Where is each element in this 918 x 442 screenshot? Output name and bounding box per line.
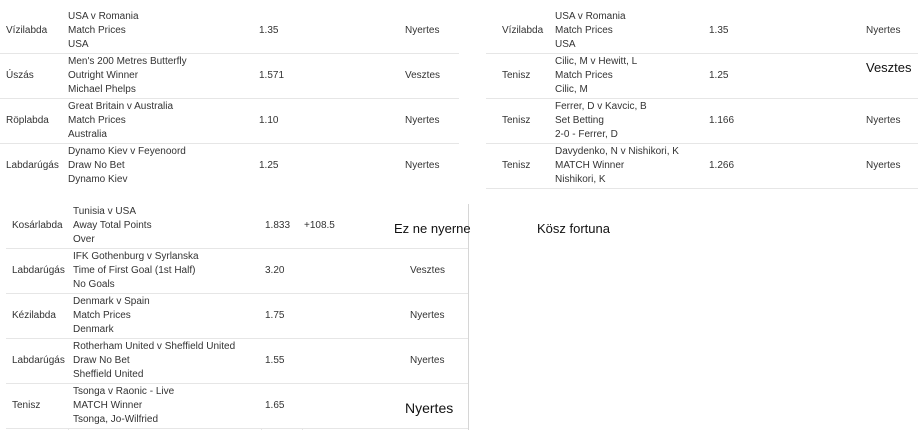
sport-label: Kosárlabda bbox=[12, 220, 63, 231]
bet-panel-b: Vízilabda USA v Romania Match Prices USA 1… bbox=[486, 9, 918, 189]
bet-row: Vízilabda USA v Romania Match Prices USA 1… bbox=[0, 9, 459, 54]
bet-row: Labdarúgás Rotherham United v Sheffield … bbox=[6, 339, 468, 384]
bet-description: Denmark v Spain Match Prices Denmark bbox=[73, 296, 150, 335]
sport-label: Tenisz bbox=[502, 70, 531, 81]
sport-label: Tenisz bbox=[502, 115, 531, 126]
result-label: Nyertes bbox=[866, 160, 901, 171]
odds-value: 1.10 bbox=[259, 115, 279, 126]
bet-panel-c: Kosárlabda Tunisia v USA Away Total Point… bbox=[6, 204, 474, 430]
result-label: Vesztes bbox=[405, 70, 441, 81]
sport-label: Labdarúgás bbox=[12, 265, 65, 276]
bet-description: Great Britain v Australia Match Prices Aus… bbox=[68, 101, 174, 140]
handwritten-result-overlay: Nyertes bbox=[405, 400, 454, 416]
odds-value: 1.35 bbox=[709, 25, 729, 36]
note-text: Kösz fortuna bbox=[537, 221, 610, 236]
handwritten-comment-overlay: Ez ne nyerne bbox=[394, 221, 471, 236]
sport-label: Labdarúgás bbox=[6, 160, 59, 171]
bet-description: IFK Gothenburg v Syrlanska Time of First … bbox=[73, 251, 199, 290]
bet-row: Labdarúgás Dynamo Kiev v Feyenoord Draw N… bbox=[0, 144, 459, 188]
odds-value: 1.35 bbox=[259, 25, 279, 36]
bet-row: Vízilabda USA v Romania Match Prices USA 1… bbox=[486, 9, 918, 54]
bet-row: Tenisz Cilic, M v Hewitt, L Match Prices C… bbox=[486, 54, 918, 99]
panel-edge bbox=[468, 204, 469, 430]
handwritten-result-overlay: Vesztes bbox=[866, 60, 912, 75]
result-label: Nyertes bbox=[405, 25, 440, 36]
bet-row: Tenisz Davydenko, N v Nishikori, K MATCH … bbox=[486, 144, 918, 189]
bet-row: Úszás Men's 200 Metres Butterfly Outright… bbox=[0, 54, 459, 99]
result-label: Nyertes bbox=[405, 160, 440, 171]
odds-value: 1.75 bbox=[265, 310, 285, 321]
sport-label: Labdarúgás bbox=[12, 355, 65, 366]
bet-description: USA v Romania Match Prices USA bbox=[555, 11, 626, 50]
handicap-line: +108.5 bbox=[304, 220, 335, 231]
bet-row: Röplabda Great Britain v Australia Match … bbox=[0, 99, 459, 144]
result-label: Nyertes bbox=[866, 115, 901, 126]
result-label: Nyertes bbox=[866, 25, 901, 36]
bet-description: Men's 200 Metres Butterfly Outright Winne… bbox=[68, 56, 187, 95]
sport-label: Tenisz bbox=[12, 400, 41, 411]
bet-description: USA v Romania Match Prices USA bbox=[68, 11, 139, 50]
sport-label: Úszás bbox=[6, 70, 34, 81]
sport-label: Röplabda bbox=[6, 115, 49, 126]
result-label: Nyertes bbox=[405, 115, 440, 126]
bet-row: Tenisz Tsonga v Raonic - Live MATCH Winne… bbox=[6, 384, 468, 429]
bet-description: Tunisia v USA Away Total Points Over bbox=[73, 206, 152, 245]
bet-description: Ferrer, D v Kavcic, B Set Betting 2-0 - Fe… bbox=[555, 101, 647, 140]
sport-label: Vízilabda bbox=[6, 25, 48, 36]
bet-row: Kézilabda Denmark v Spain Match Prices Den… bbox=[6, 294, 468, 339]
result-label: Nyertes bbox=[410, 355, 445, 366]
result-label: Nyertes bbox=[410, 310, 445, 321]
sport-label: Tenisz bbox=[502, 160, 531, 171]
bet-description: Tsonga v Raonic - Live MATCH Winner Tsonga… bbox=[73, 386, 175, 425]
odds-value: 1.571 bbox=[259, 70, 285, 81]
sport-label: Vízilabda bbox=[502, 25, 544, 36]
sport-label: Kézilabda bbox=[12, 310, 56, 321]
odds-value: 1.833 bbox=[265, 220, 291, 231]
bet-description: Davydenko, N v Nishikori, K MATCH Winner N… bbox=[555, 146, 679, 185]
odds-value: 3.20 bbox=[265, 265, 285, 276]
bet-row: Labdarúgás IFK Gothenburg v Syrlanska Tim… bbox=[6, 249, 468, 294]
odds-value: 1.55 bbox=[265, 355, 285, 366]
odds-value: 1.25 bbox=[709, 70, 729, 81]
odds-value: 1.25 bbox=[259, 160, 279, 171]
result-label: Vesztes bbox=[410, 265, 446, 276]
odds-value: 1.166 bbox=[709, 115, 735, 126]
bet-panel-a: Vízilabda USA v Romania Match Prices USA 1… bbox=[0, 9, 459, 188]
odds-value: 1.266 bbox=[709, 160, 735, 171]
bet-row: Tenisz Ferrer, D v Kavcic, B Set Betting 2… bbox=[486, 99, 918, 144]
bet-description: Cilic, M v Hewitt, L Match Prices Cilic, M bbox=[555, 56, 638, 95]
bet-description: Rotherham United v Sheffield United Draw … bbox=[73, 341, 236, 380]
odds-value: 1.65 bbox=[265, 400, 285, 411]
bet-description: Dynamo Kiev v Feyenoord Draw No Bet Dynamo… bbox=[68, 146, 186, 185]
